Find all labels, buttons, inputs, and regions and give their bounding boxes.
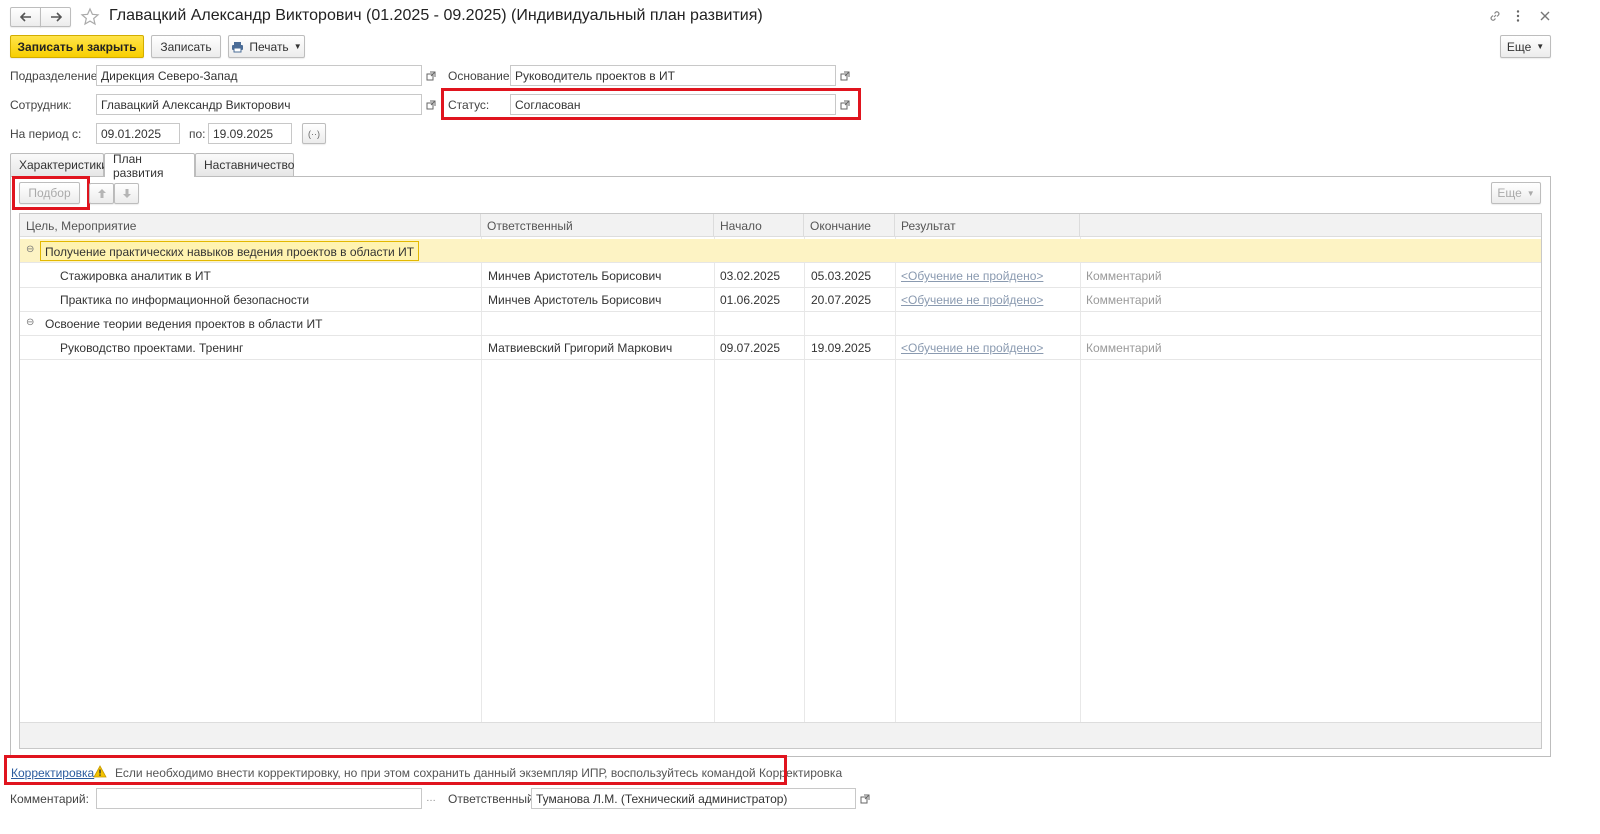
table-row[interactable]: ⊖ Освоение теории ведения проектов в обл… bbox=[20, 312, 1541, 336]
more-button[interactable]: Еще ▼ bbox=[1500, 35, 1551, 58]
table-row[interactable]: Стажировка аналитик в ИТ Минчев Аристоте… bbox=[20, 264, 1541, 288]
row-start-date: 01.06.2025 bbox=[720, 293, 781, 307]
more-label: Еще bbox=[1506, 39, 1532, 54]
panel-more-label: Еще bbox=[1497, 186, 1522, 200]
print-label: Печать bbox=[249, 39, 289, 54]
tab-mentoring[interactable]: Наставничество bbox=[195, 153, 294, 176]
arrow-right-icon bbox=[50, 12, 62, 22]
row-result-link[interactable]: <Обучение не пройдено> bbox=[895, 336, 1049, 360]
row-start-date: 03.02.2025 bbox=[720, 269, 781, 283]
division-field[interactable]: Дирекция Северо-Запад bbox=[96, 65, 422, 86]
row-start-date: 09.07.2025 bbox=[720, 341, 781, 355]
row-comment[interactable]: Комментарий bbox=[1080, 264, 1168, 288]
row-responsible: Минчев Аристотель Борисович bbox=[488, 269, 662, 283]
row-comment[interactable]: Комментарий bbox=[1080, 336, 1168, 360]
row-goal-name: Освоение теории ведения проектов в облас… bbox=[45, 317, 323, 331]
row-activity-name: Практика по информационной безопасности bbox=[60, 293, 310, 307]
row-result-link[interactable]: <Обучение не пройдено> bbox=[895, 288, 1049, 312]
open-basis-icon[interactable] bbox=[835, 65, 855, 86]
row-result-link[interactable]: <Обучение не пройдено> bbox=[895, 264, 1049, 288]
open-division-icon[interactable] bbox=[421, 65, 441, 86]
table-row[interactable]: ⊖ Получение практических навыков ведения… bbox=[20, 239, 1541, 263]
collapse-icon[interactable]: ⊖ bbox=[24, 312, 36, 336]
open-responsible-icon[interactable] bbox=[855, 788, 875, 809]
move-down-button[interactable] bbox=[114, 183, 139, 204]
row-comment[interactable]: Комментарий bbox=[1080, 288, 1168, 312]
tab-development-plan[interactable]: План развития bbox=[104, 152, 195, 180]
column-goal[interactable]: Цель, Мероприятие bbox=[20, 214, 481, 236]
chevron-down-icon: ▼ bbox=[1536, 42, 1545, 51]
period-select-button[interactable]: (··) bbox=[302, 123, 326, 144]
table-row[interactable]: Руководство проектами. Тренинг Матвиевск… bbox=[20, 336, 1541, 360]
more-vertical-icon[interactable] bbox=[1515, 9, 1521, 23]
window-title: Главацкий Александр Викторович (01.2025 … bbox=[109, 7, 763, 24]
chevron-down-icon: ▼ bbox=[293, 42, 302, 51]
open-employee-icon[interactable] bbox=[421, 94, 441, 115]
table-footer bbox=[20, 722, 1541, 748]
move-up-button[interactable] bbox=[89, 183, 114, 204]
save-button[interactable]: Записать bbox=[151, 35, 221, 58]
arrow-down-icon bbox=[122, 189, 131, 198]
star-icon[interactable] bbox=[80, 7, 100, 27]
row-end-date: 20.07.2025 bbox=[811, 293, 872, 307]
basis-field[interactable]: Руководитель проектов в ИТ bbox=[510, 65, 836, 86]
row-activity-name: Стажировка аналитик в ИТ bbox=[60, 269, 211, 283]
column-responsible[interactable]: Ответственный bbox=[481, 214, 714, 236]
table-header: Цель, Мероприятие Ответственный Начало О… bbox=[20, 214, 1541, 237]
forward-button[interactable] bbox=[40, 7, 71, 27]
responsible-label: Ответственный: bbox=[448, 792, 538, 806]
period-from-field[interactable]: 09.01.2025 bbox=[96, 123, 180, 144]
basis-label: Основание: bbox=[448, 69, 513, 83]
collapse-icon[interactable]: ⊖ bbox=[24, 239, 36, 263]
pick-highlight bbox=[12, 176, 90, 210]
arrow-up-icon bbox=[97, 189, 106, 198]
row-responsible: Минчев Аристотель Борисович bbox=[488, 293, 662, 307]
period-to-label: по: bbox=[189, 127, 206, 141]
row-activity-name: Руководство проектами. Тренинг bbox=[60, 341, 244, 355]
comment-expand-icon[interactable]: … bbox=[421, 788, 441, 809]
print-button[interactable]: Печать ▼ bbox=[228, 35, 305, 58]
period-from-label: На период с: bbox=[10, 127, 82, 141]
chevron-down-icon: ▼ bbox=[1526, 188, 1535, 198]
column-end[interactable]: Окончание bbox=[804, 214, 895, 236]
close-icon[interactable] bbox=[1539, 10, 1551, 22]
division-label: Подразделение: bbox=[10, 69, 101, 83]
row-goal-name: Получение практических навыков ведения п… bbox=[40, 241, 420, 261]
link-icon[interactable] bbox=[1488, 9, 1502, 23]
back-button[interactable] bbox=[10, 7, 41, 27]
panel-more-button[interactable]: Еще ▼ bbox=[1491, 182, 1541, 204]
comment-field[interactable] bbox=[96, 788, 422, 809]
period-to-field[interactable]: 19.09.2025 bbox=[208, 123, 292, 144]
correction-highlight bbox=[4, 755, 787, 785]
printer-icon bbox=[232, 41, 244, 52]
status-highlight bbox=[441, 88, 861, 120]
column-result[interactable]: Результат bbox=[895, 214, 1080, 236]
row-responsible: Матвиевский Григорий Маркович bbox=[488, 341, 673, 355]
employee-field[interactable]: Главацкий Александр Викторович bbox=[96, 94, 422, 115]
arrow-left-icon bbox=[19, 12, 31, 22]
save-and-close-button[interactable]: Записать и закрыть bbox=[10, 35, 144, 58]
comment-label: Комментарий: bbox=[10, 792, 89, 806]
table-row[interactable]: Практика по информационной безопасности … bbox=[20, 288, 1541, 312]
tab-characteristics[interactable]: Характеристики bbox=[10, 153, 108, 176]
row-end-date: 05.03.2025 bbox=[811, 269, 872, 283]
column-start[interactable]: Начало bbox=[714, 214, 804, 236]
row-end-date: 19.09.2025 bbox=[811, 341, 872, 355]
responsible-field[interactable]: Туманова Л.М. (Технический администратор… bbox=[531, 788, 856, 809]
employee-label: Сотрудник: bbox=[10, 98, 72, 112]
